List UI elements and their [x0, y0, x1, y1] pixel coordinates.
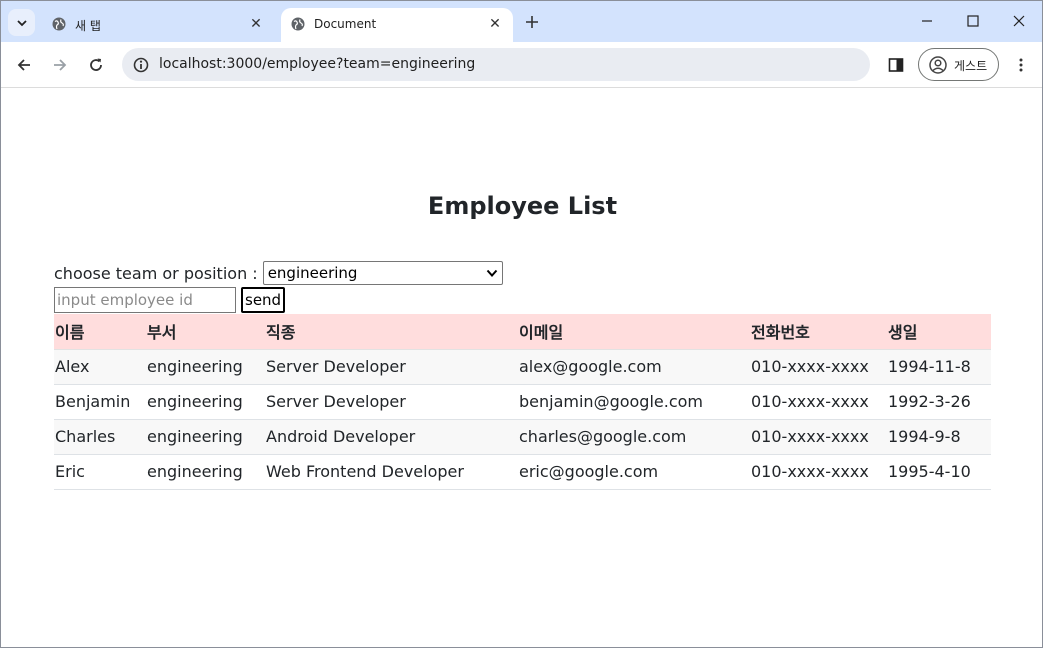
- column-header-position: 직종: [265, 314, 518, 350]
- cell-position: Server Developer: [265, 349, 518, 385]
- reload-button[interactable]: [83, 52, 109, 78]
- profile-label: 게스트: [954, 59, 988, 73]
- person-icon: [929, 56, 947, 74]
- column-header-phone: 전화번호: [750, 314, 887, 350]
- minimize-button[interactable]: [904, 7, 950, 35]
- column-header-birthday: 생일: [887, 314, 991, 350]
- arrow-left-icon: [17, 59, 30, 71]
- cell-position: Server Developer: [265, 384, 518, 420]
- chevron-down-icon: [486, 269, 497, 277]
- cell-department: engineering: [146, 349, 265, 385]
- cell-position: Android Developer: [265, 419, 518, 455]
- browser-toolbar: localhost:3000/employee?team=engineering…: [1, 42, 1042, 88]
- column-header-name: 이름: [54, 314, 146, 350]
- close-icon[interactable]: ✕: [487, 16, 503, 32]
- tab-title: Document: [314, 17, 377, 31]
- cell-department: engineering: [146, 419, 265, 455]
- side-panel-icon: [888, 58, 904, 72]
- url-text[interactable]: localhost:3000/employee?team=engineering: [159, 56, 475, 72]
- reload-icon: [90, 58, 102, 71]
- maximize-icon: [967, 15, 979, 27]
- globe-icon: [52, 17, 66, 31]
- tab-new-tab[interactable]: 새 탭 ✕: [42, 8, 274, 42]
- window-close-button[interactable]: [996, 7, 1042, 35]
- page-title: Employee List: [427, 192, 618, 220]
- table-header-row: 이름 부서 직종 이메일 전화번호 생일: [54, 314, 991, 350]
- cell-name: Benjamin: [54, 384, 146, 420]
- cell-position: Web Frontend Developer: [265, 454, 518, 490]
- profile-button[interactable]: 게스트: [918, 48, 999, 81]
- column-header-email: 이메일: [518, 314, 750, 350]
- search-row: send: [54, 287, 286, 313]
- cell-name: Eric: [54, 454, 146, 490]
- browser-window: 새 탭 ✕ Document ✕ localhost:3000/employee…: [0, 0, 1043, 648]
- kebab-menu-icon: [1019, 58, 1023, 72]
- cell-department: engineering: [146, 454, 265, 490]
- tab-search-button[interactable]: [8, 9, 35, 36]
- employee-table: 이름 부서 직종 이메일 전화번호 생일 Alex engineering Se…: [54, 314, 991, 490]
- new-tab-button[interactable]: [521, 11, 543, 33]
- cell-email: eric@google.com: [518, 454, 750, 490]
- cell-birthday: 1992-3-26: [887, 384, 991, 420]
- employee-id-input[interactable]: [54, 287, 236, 313]
- back-button[interactable]: [11, 52, 37, 78]
- page-content: Employee List choose team or position : …: [1, 89, 1042, 647]
- cell-phone: 010-xxxx-xxxx: [750, 454, 887, 490]
- filter-row: choose team or position : engineering: [54, 261, 503, 285]
- arrow-right-icon: [54, 59, 67, 71]
- tab-document[interactable]: Document ✕: [281, 8, 513, 42]
- chevron-down-icon: [16, 19, 27, 26]
- plus-icon: [526, 16, 538, 28]
- cell-name: Alex: [54, 349, 146, 385]
- info-icon: [133, 57, 149, 73]
- cell-phone: 010-xxxx-xxxx: [750, 419, 887, 455]
- filter-label: choose team or position :: [54, 263, 258, 283]
- maximize-button[interactable]: [950, 7, 996, 35]
- side-panel-button[interactable]: [884, 53, 908, 77]
- cell-phone: 010-xxxx-xxxx: [750, 384, 887, 420]
- site-info-button[interactable]: [130, 54, 152, 76]
- cell-birthday: 1995-4-10: [887, 454, 991, 490]
- cell-birthday: 1994-9-8: [887, 419, 991, 455]
- close-icon[interactable]: ✕: [248, 16, 264, 32]
- table-row: Benjamin engineering Server Developer be…: [54, 384, 991, 420]
- browser-menu-button[interactable]: [1009, 53, 1033, 77]
- address-bar[interactable]: localhost:3000/employee?team=engineering: [122, 48, 870, 81]
- forward-button[interactable]: [47, 52, 73, 78]
- cell-department: engineering: [146, 384, 265, 420]
- team-position-select[interactable]: engineering: [262, 261, 503, 285]
- cell-birthday: 1994-11-8: [887, 349, 991, 385]
- table-row: Charles engineering Android Developer ch…: [54, 419, 991, 455]
- tab-title: 새 탭: [75, 19, 101, 33]
- minimize-icon: [922, 20, 932, 22]
- send-button[interactable]: send: [241, 287, 286, 313]
- globe-icon: [291, 17, 305, 31]
- tab-strip: 새 탭 ✕ Document ✕: [1, 1, 1042, 42]
- table-row: Alex engineering Server Developer alex@g…: [54, 349, 991, 385]
- close-icon: [1013, 15, 1025, 27]
- table-row: Eric engineering Web Frontend Developer …: [54, 454, 991, 490]
- cell-email: benjamin@google.com: [518, 384, 750, 420]
- cell-email: alex@google.com: [518, 349, 750, 385]
- selected-option: engineering: [267, 264, 358, 282]
- cell-phone: 010-xxxx-xxxx: [750, 349, 887, 385]
- column-header-department: 부서: [146, 314, 265, 350]
- cell-email: charles@google.com: [518, 419, 750, 455]
- cell-name: Charles: [54, 419, 146, 455]
